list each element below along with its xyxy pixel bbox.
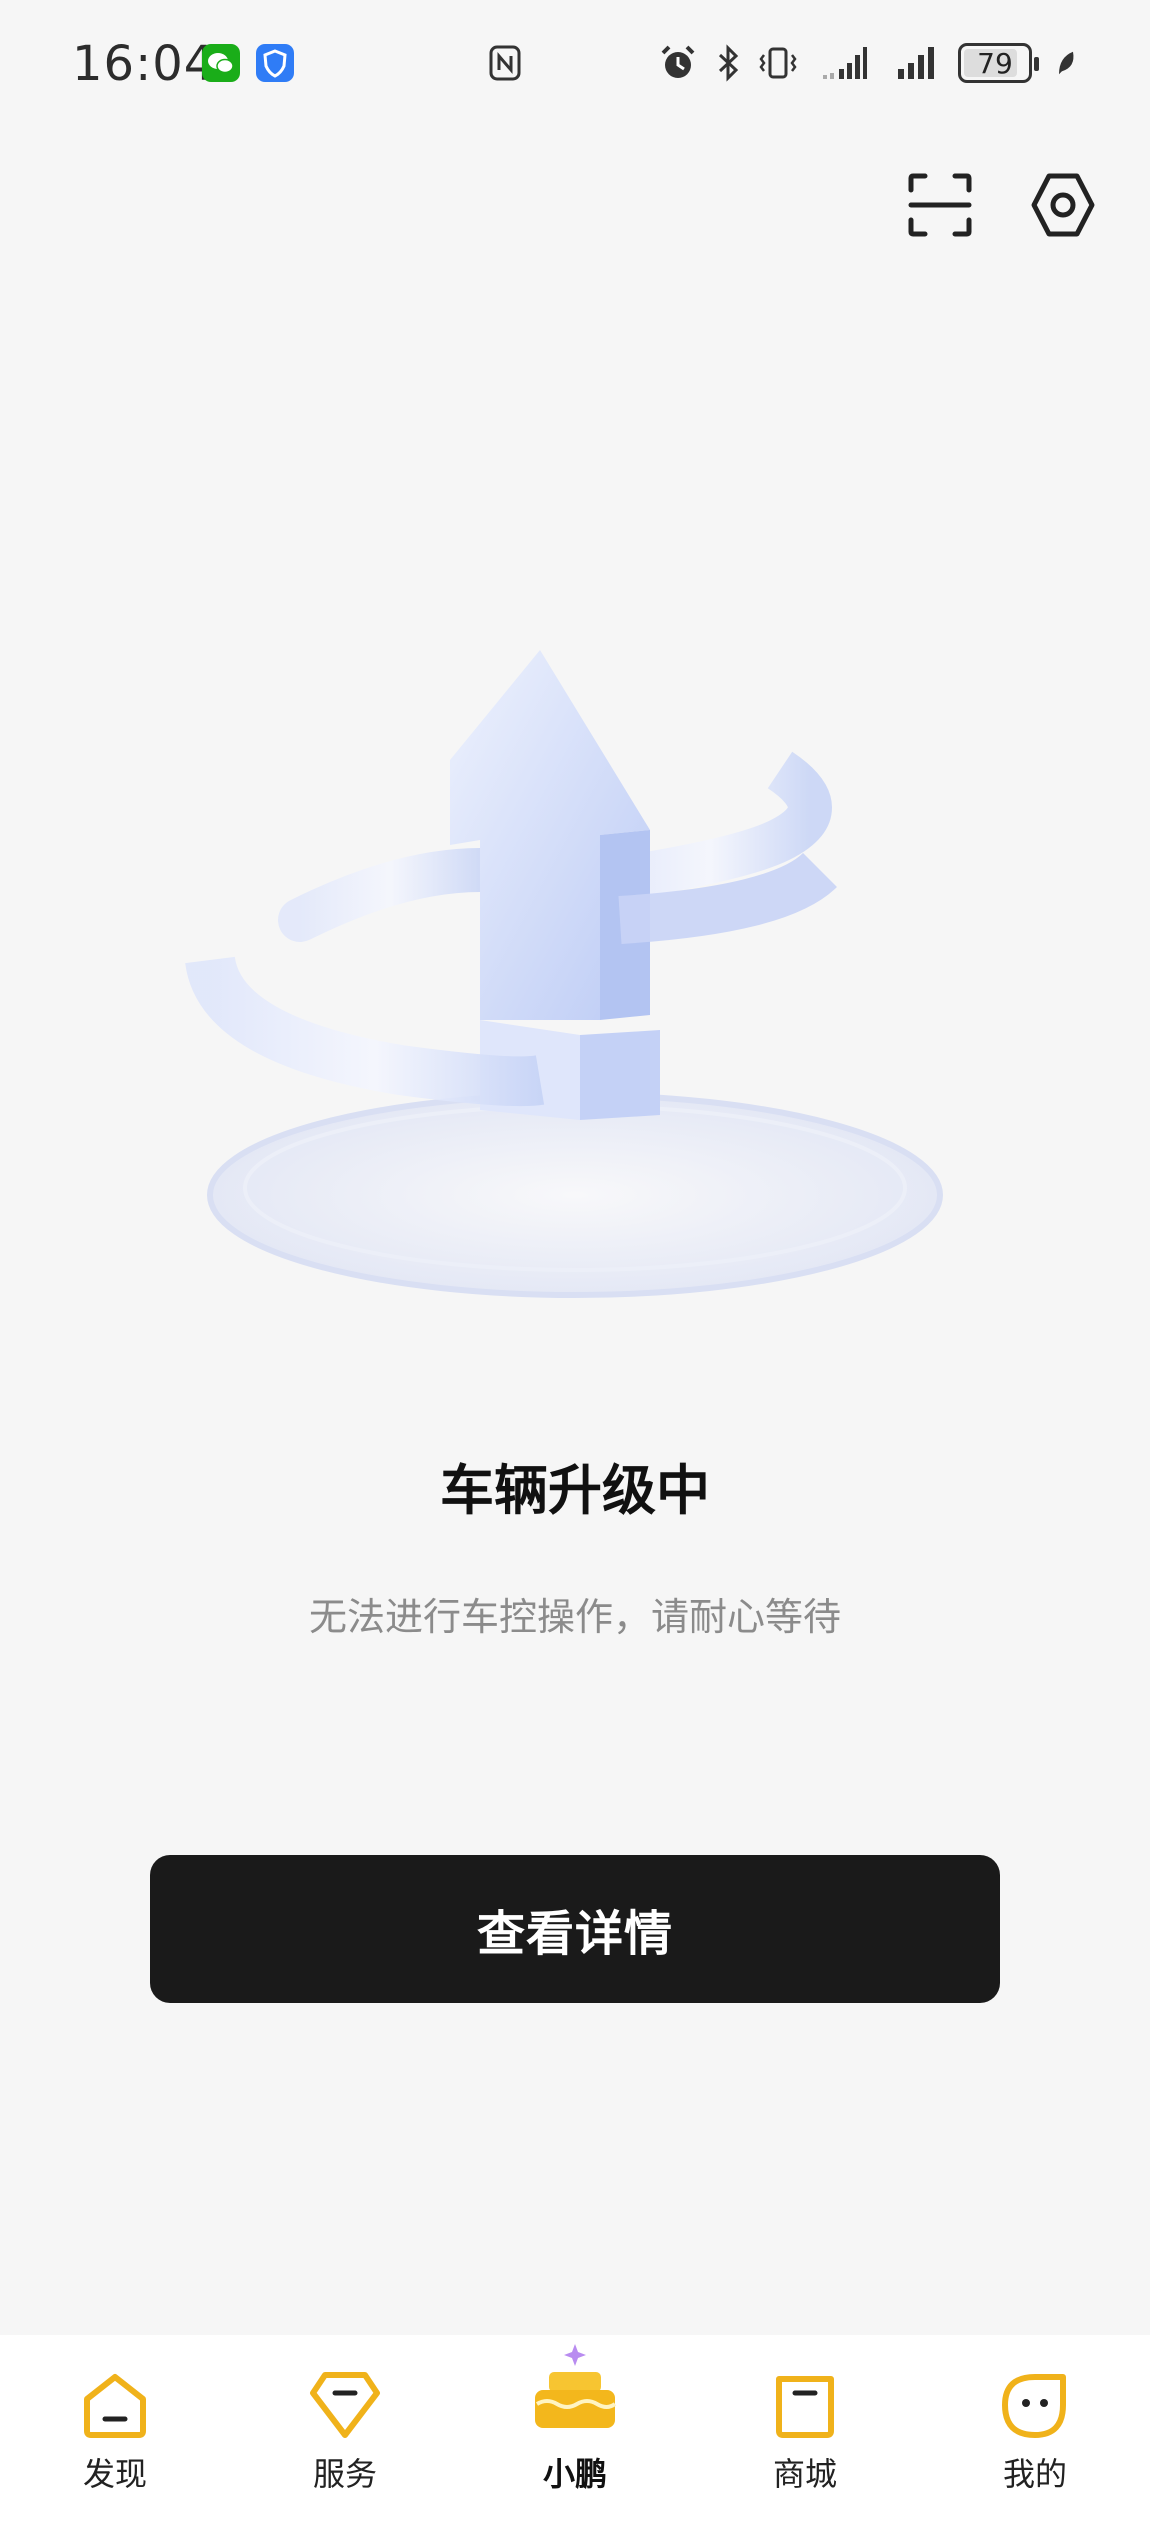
bluetooth-icon [718,44,739,82]
settings-icon[interactable] [1028,170,1098,240]
alarm-icon [661,45,695,78]
upgrade-illustration [185,650,943,1298]
tab-service[interactable]: 服务 [245,2335,445,2527]
leaf-icon [1059,51,1074,75]
status-subtitle: 无法进行车控操作，请耐心等待 [308,1595,841,1639]
profile-face-icon [1002,2374,1066,2438]
vibrate-icon [759,47,797,79]
scan-icon[interactable] [905,170,975,240]
battery-icon: 79 [958,43,1039,83]
battery-level: 79 [977,46,1013,80]
tab-profile[interactable]: 我的 [935,2335,1135,2527]
tab-label: 我的 [1002,2455,1067,2493]
signal-icon [823,47,867,79]
signal-icon [898,47,934,79]
shield-app-icon [256,44,294,82]
tab-label: 小鹏 [542,2455,607,2493]
wechat-icon [202,44,240,82]
status-bar: 16:04 79 [0,0,1150,135]
tab-xpeng[interactable]: 小鹏 [475,2335,675,2527]
view-details-button[interactable]: 查看详情 [150,1855,1000,2003]
status-icons: 79 [658,40,1080,86]
home-icon [84,2374,146,2438]
bottom-tab-bar: 发现 服务 小鹏 商城 我的 [0,2335,1150,2527]
shopping-bag-icon [776,2376,834,2438]
status-time: 16:04 [72,36,216,92]
tab-discover[interactable]: 发现 [15,2335,215,2527]
tab-mall[interactable]: 商城 [705,2335,905,2527]
nfc-icon [489,45,521,81]
tab-label: 发现 [82,2455,147,2493]
cake-icon [535,2344,617,2428]
tab-label: 服务 [312,2455,377,2493]
status-title: 车辆升级中 [440,1459,710,1522]
tab-label: 商城 [772,2455,837,2493]
service-icon [310,2372,380,2438]
